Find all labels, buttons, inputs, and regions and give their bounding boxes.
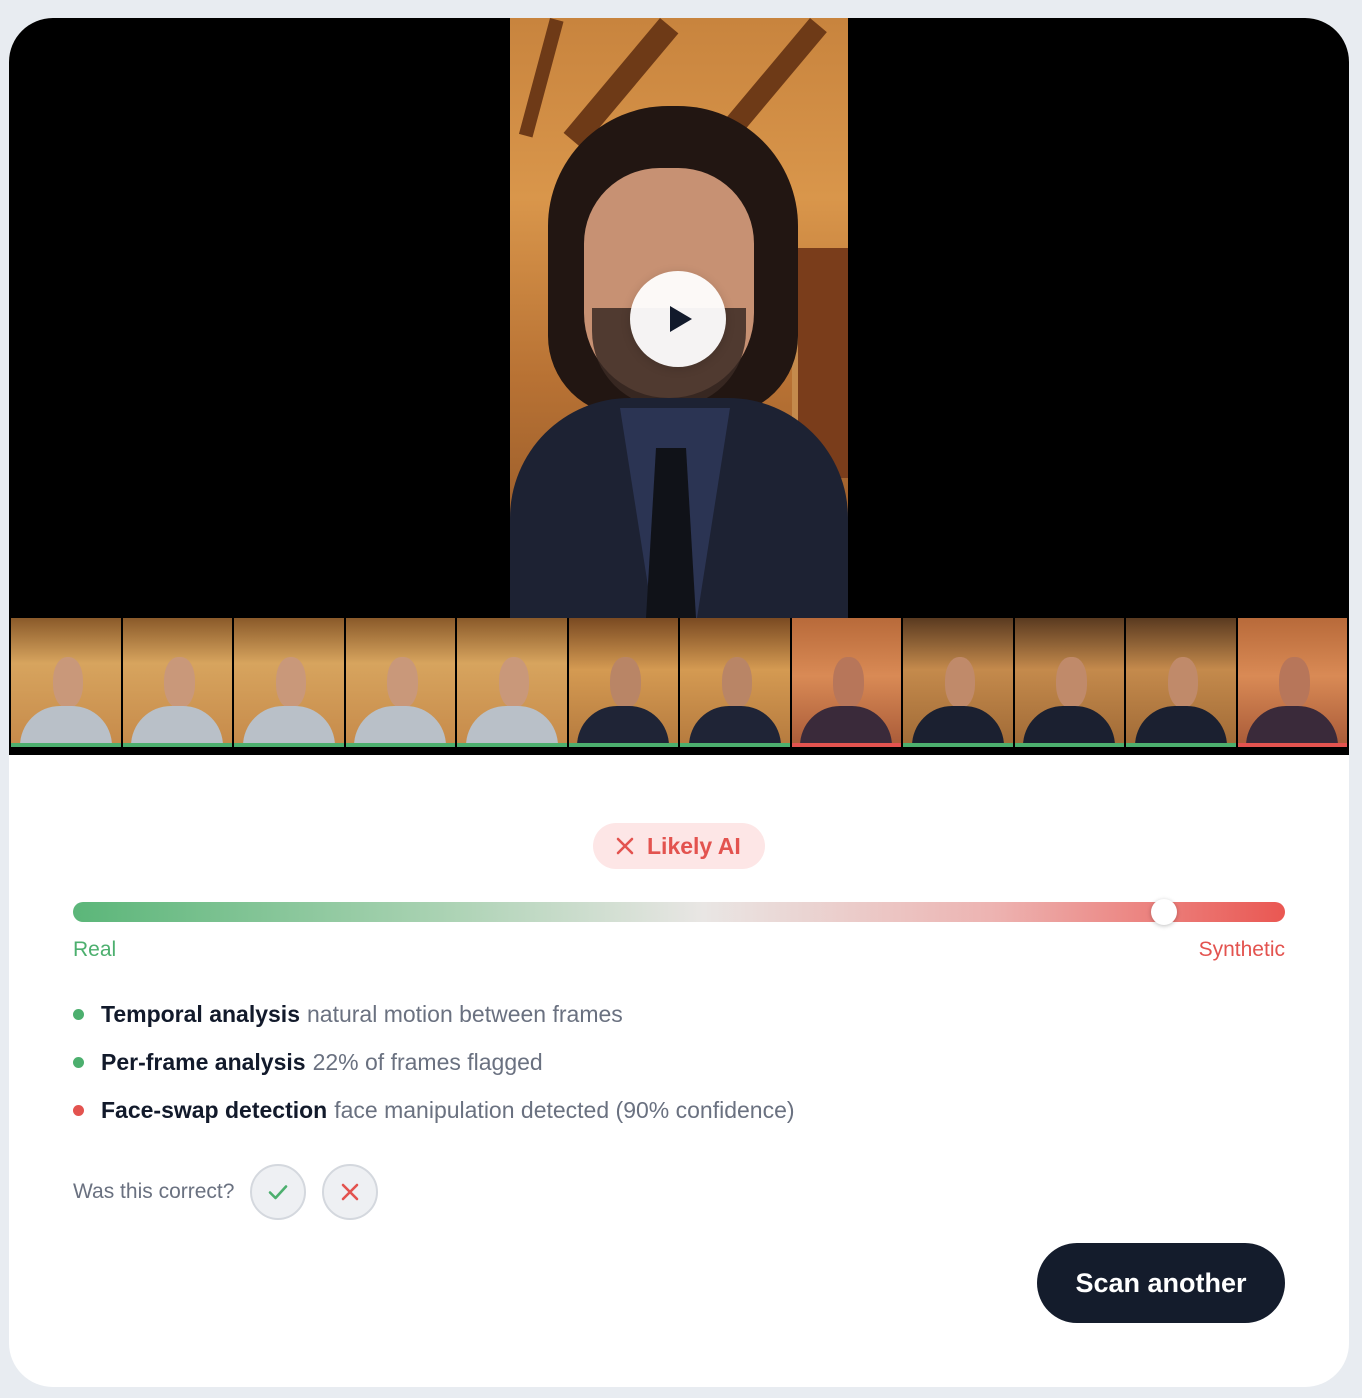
verdict-badge: Likely AI <box>593 823 765 869</box>
frame-thumbnail[interactable] <box>568 618 678 747</box>
status-dot <box>73 1104 84 1116</box>
scale-synthetic-label: Synthetic <box>1198 938 1285 961</box>
feedback-prompt: Was this correct? <box>73 1180 235 1203</box>
frame-thumbnail[interactable] <box>791 618 901 747</box>
finding-title: Per-frame analysis <box>101 1048 306 1075</box>
frame-thumbnail[interactable] <box>11 618 121 747</box>
play-icon <box>670 306 692 332</box>
frame-status-bar <box>903 743 1013 747</box>
finding-title: Temporal analysis <box>101 1000 300 1027</box>
feedback-yes-button[interactable] <box>250 1164 307 1220</box>
frame-thumbnail[interactable] <box>234 618 344 747</box>
findings-list: Temporal analysis natural motion between… <box>73 990 795 1134</box>
frame-status-bar <box>345 743 455 747</box>
frame-status-bar <box>11 743 121 747</box>
feedback-row: Was this correct? <box>73 1164 394 1220</box>
finding-item: Temporal analysis natural motion between… <box>73 990 795 1038</box>
frame-thumbnail[interactable] <box>1237 618 1347 747</box>
frame-status-bar <box>1237 743 1347 747</box>
x-icon <box>342 1183 359 1201</box>
verdict-label: Likely AI <box>647 832 741 859</box>
frame-thumbnail[interactable] <box>1014 618 1124 747</box>
video-player[interactable] <box>9 18 1349 618</box>
frame-status-bar <box>680 743 790 747</box>
scan-another-button[interactable]: Scan another <box>1037 1243 1285 1323</box>
check-icon <box>269 1185 288 1200</box>
frame-status-bar <box>234 743 344 747</box>
finding-item: Per-frame analysis 22% of frames flagged <box>73 1038 795 1086</box>
status-dot <box>73 1056 84 1068</box>
frame-status-bar <box>568 743 678 747</box>
finding-title: Face-swap detection <box>101 1096 328 1123</box>
frame-status-bar <box>122 743 232 747</box>
frame-status-bar <box>791 743 901 747</box>
frame-strip <box>9 618 1349 755</box>
frame-thumbnail[interactable] <box>680 618 790 747</box>
finding-description: face manipulation detected (90% confiden… <box>334 1096 795 1123</box>
finding-item: Face-swap detection face manipulation de… <box>73 1086 795 1134</box>
finding-description: natural motion between frames <box>307 1000 623 1027</box>
frame-thumbnail[interactable] <box>1126 618 1236 747</box>
frame-status-bar <box>1014 743 1124 747</box>
finding-description: 22% of frames flagged <box>312 1048 543 1075</box>
x-icon <box>616 837 634 855</box>
status-dot <box>73 1008 84 1020</box>
play-button[interactable] <box>630 271 726 367</box>
meter-indicator <box>1150 899 1177 925</box>
frame-status-bar <box>457 743 567 747</box>
frame-status-bar <box>1126 743 1236 747</box>
result-card: Likely AI Real Synthetic Temporal analys… <box>9 18 1349 1387</box>
frame-thumbnail[interactable] <box>903 618 1013 747</box>
feedback-no-button[interactable] <box>322 1164 379 1220</box>
real-synthetic-meter <box>73 899 1285 925</box>
frame-thumbnail[interactable] <box>457 618 567 747</box>
frame-thumbnail[interactable] <box>122 618 232 747</box>
scale-real-label: Real <box>73 938 117 961</box>
frame-thumbnail[interactable] <box>345 618 455 747</box>
